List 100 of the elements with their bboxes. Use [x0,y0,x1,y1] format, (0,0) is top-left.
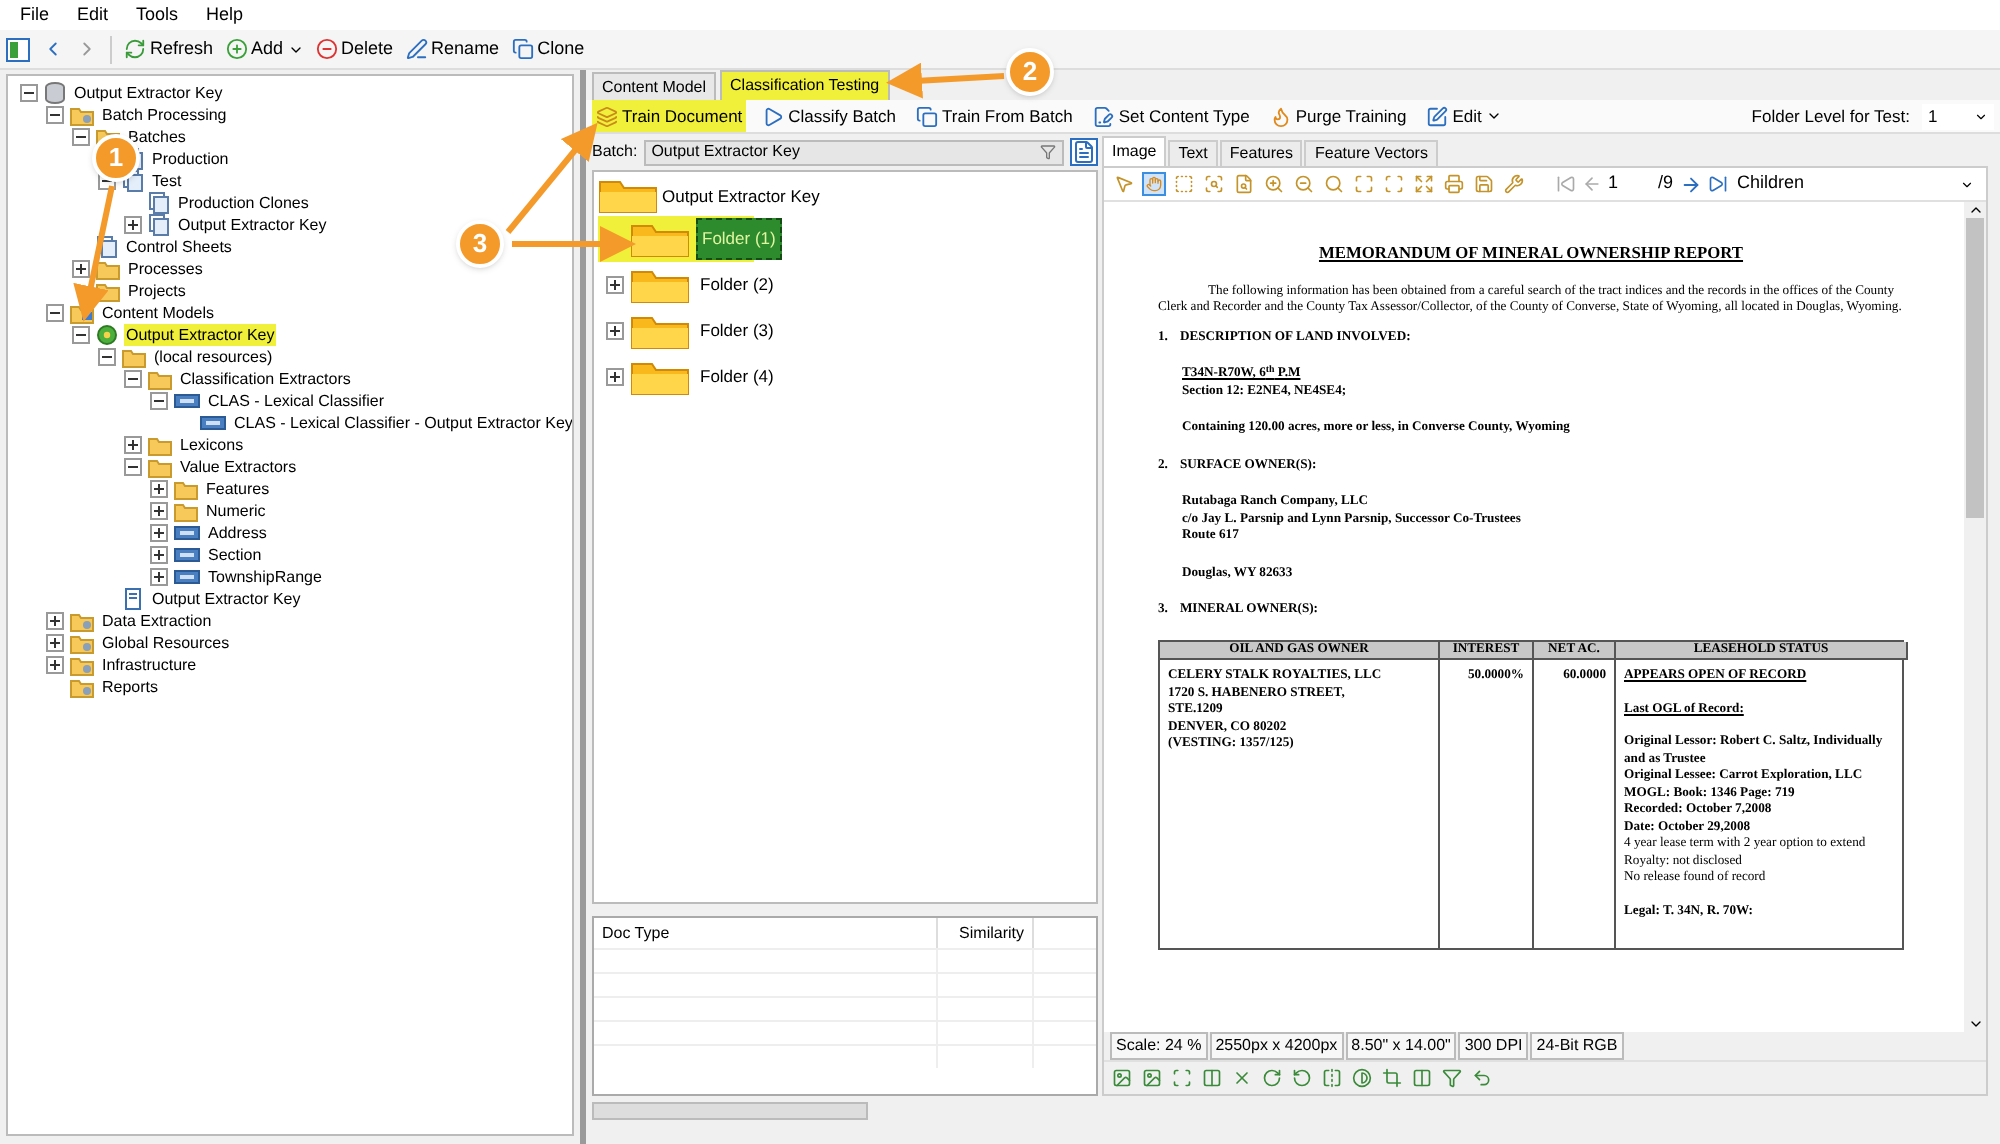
expand-icon[interactable] [606,322,624,340]
collapse-icon[interactable] [20,84,38,102]
action-button[interactable]: Train From Batch [912,100,1077,132]
tree-item[interactable]: Classification Extractors [178,368,353,390]
folder-item[interactable]: Folder (2) [696,266,778,304]
toolbar-button[interactable]: Clone [511,35,585,63]
undo-icon[interactable] [1472,1068,1492,1088]
save-icon[interactable] [1472,172,1496,196]
panel-icon[interactable] [6,37,30,61]
hand-icon[interactable] [1142,172,1166,196]
menu-item[interactable]: Edit [77,1,109,29]
expand-icon[interactable] [46,634,64,652]
tree-item[interactable]: Projects [126,280,188,302]
action-button[interactable]: Purge Training [1265,100,1411,132]
columns-icon[interactable] [1412,1068,1432,1088]
expand-icon[interactable] [124,216,142,234]
image-icon[interactable] [1112,1068,1132,1088]
expand-icon[interactable] [606,276,624,294]
scroll-up-icon[interactable] [1967,202,1983,218]
scrollbar[interactable] [592,1102,868,1120]
print-icon[interactable] [1442,172,1466,196]
previous-page-icon[interactable] [1582,174,1602,194]
expand-icon[interactable] [150,502,168,520]
action-button[interactable]: Edit [1422,100,1506,132]
collapse-icon[interactable] [46,106,64,124]
tree-item[interactable]: Control Sheets [124,236,234,258]
collapse-icon[interactable] [98,348,116,366]
scroll-down-icon[interactable] [1967,1016,1983,1032]
rotate-left-icon[interactable] [1292,1068,1312,1088]
expand-icon[interactable] [46,656,64,674]
tree-item[interactable]: Test [150,170,184,192]
action-button[interactable]: Set Content Type [1088,100,1254,132]
tab[interactable]: Feature Vectors [1304,140,1438,166]
rotate-right-icon[interactable] [1262,1068,1282,1088]
tab[interactable]: Features [1219,140,1303,166]
action-button[interactable]: Classify Batch [758,100,901,132]
tree-item[interactable]: Value Extractors [178,456,299,478]
view-dropdown[interactable]: Children [1733,170,1978,198]
tree-item[interactable]: Processes [126,258,205,280]
pointer-icon[interactable] [1112,172,1136,196]
expand-icon[interactable] [150,480,168,498]
tree-item[interactable]: Production [150,148,231,170]
magnifier-icon[interactable] [1322,172,1346,196]
collapse-icon[interactable] [46,304,64,322]
tree-item[interactable]: Output Extractor Key [72,82,225,104]
batch-dropdown[interactable]: Output Extractor Key [643,139,1064,165]
menu-item[interactable]: Help [206,1,244,29]
folder-item[interactable]: Folder (1) [696,218,782,260]
toolbar-button[interactable]: Delete [315,35,394,63]
expand-icon[interactable] [150,568,168,586]
tree-item[interactable]: Reports [100,676,161,698]
tree-item[interactable]: Batch Processing [100,104,229,126]
toolbar-button[interactable]: Rename [405,35,500,63]
crop-icon[interactable] [1382,1068,1402,1088]
last-page-icon[interactable] [1707,174,1728,194]
tree-item[interactable]: Output Extractor Key [150,588,303,610]
next-page-icon[interactable] [1679,173,1702,195]
folder-level-dropdown[interactable]: 1 [1922,103,1994,129]
scan-icon[interactable] [1172,1068,1192,1088]
tree-item[interactable]: Content Models [100,302,217,324]
tab[interactable]: Content Model [592,72,717,100]
fit-icon[interactable] [1352,172,1376,196]
expand-icon[interactable] [150,546,168,564]
tab[interactable]: Image [1102,136,1167,166]
tree-item[interactable]: Section [206,544,264,566]
expand-icon[interactable] [124,436,142,454]
column-header[interactable]: Doc Type [594,918,938,948]
tree-item[interactable]: Output Extractor Key [662,183,820,209]
selection-icon[interactable] [1172,172,1196,196]
expand-icon[interactable] [150,524,168,542]
expand-icon[interactable] [46,612,64,630]
wrench-icon[interactable] [1502,172,1526,196]
zoom-in-icon[interactable] [1262,172,1286,196]
first-page-icon[interactable] [1556,174,1576,194]
column-header[interactable]: Similarity [938,918,1034,948]
tree-item[interactable]: Lexicons [178,434,246,456]
contrast-icon[interactable] [1352,1068,1372,1088]
tree-item[interactable]: Infrastructure [100,654,199,676]
tree-item[interactable]: Numeric [204,500,268,522]
collapse-icon[interactable] [72,326,90,344]
tree-item[interactable]: Batches [126,126,188,148]
collapse-icon[interactable] [150,392,168,410]
zoom-out-icon[interactable] [1292,172,1316,196]
menu-item[interactable]: File [20,1,50,29]
tree-item[interactable]: Production Clones [176,192,311,214]
tree-item[interactable]: Address [206,522,269,544]
action-button[interactable]: Train Document [592,100,747,132]
folder-item[interactable]: Folder (4) [696,358,778,396]
scrollbar[interactable] [1964,202,1986,1032]
tree-item[interactable]: (local resources) [152,346,275,368]
collapse-icon[interactable] [124,370,142,388]
tree-item[interactable]: CLAS - Lexical Classifier - Output Extractor Key [232,412,572,434]
fit-width-icon[interactable] [1382,172,1406,196]
flip-icon[interactable] [1322,1068,1342,1088]
tree-item[interactable]: CLAS - Lexical Classifier [206,390,387,412]
tree-item[interactable]: Output Extractor Key [176,214,329,236]
image-icon[interactable] [1142,1068,1162,1088]
menu-item[interactable]: Tools [136,1,179,29]
folder-item[interactable]: Folder (3) [696,312,778,350]
tab[interactable]: Text [1168,140,1218,166]
